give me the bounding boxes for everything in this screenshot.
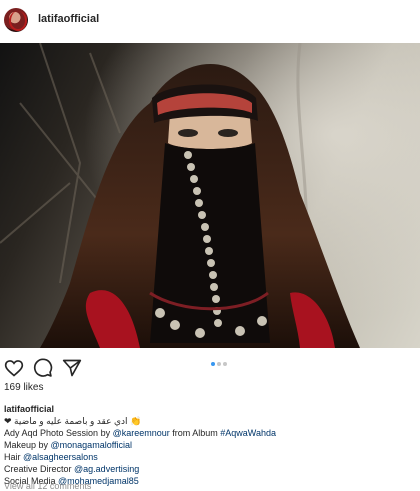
carousel-dot[interactable] bbox=[211, 362, 215, 366]
caption-text: Creative Director bbox=[4, 464, 75, 474]
carousel-dot[interactable] bbox=[223, 362, 227, 366]
mention-link[interactable]: @ag.advertising bbox=[74, 464, 139, 474]
caption-username[interactable]: latifaofficial bbox=[4, 404, 54, 414]
portrait-illustration bbox=[0, 43, 420, 348]
post-username[interactable]: latifaofficial bbox=[38, 13, 99, 25]
post-header: latifaofficial bbox=[0, 0, 420, 42]
caption-arabic: ❤ ادي عقد و باصمة عليه و ماضية 👏 bbox=[4, 416, 142, 426]
post-caption: latifaofficial ❤ ادي عقد و باصمة عليه و … bbox=[4, 403, 416, 487]
caption-text: from Album bbox=[169, 428, 221, 438]
comment-icon[interactable] bbox=[33, 358, 53, 378]
caption-text: Ady Aqd Photo Session by bbox=[4, 428, 113, 438]
caption-text: Hair bbox=[4, 452, 24, 462]
hashtag-link[interactable]: #AqwaWahda bbox=[220, 428, 276, 438]
likes-count[interactable]: 169 likes bbox=[4, 382, 43, 393]
mention-link[interactable]: @monagamalofficial bbox=[51, 440, 133, 450]
post-photo[interactable] bbox=[0, 43, 420, 348]
caption-text: Makeup by bbox=[4, 440, 51, 450]
carousel-dot[interactable] bbox=[217, 362, 221, 366]
heart-icon[interactable] bbox=[4, 358, 24, 378]
view-comments-link[interactable]: View all 12 comments bbox=[4, 481, 91, 491]
carousel-indicator bbox=[211, 362, 229, 380]
mention-link[interactable]: @alsagheersalons bbox=[23, 452, 98, 462]
mention-link[interactable]: @kareemnour bbox=[113, 428, 170, 438]
avatar[interactable] bbox=[4, 8, 28, 32]
send-icon[interactable] bbox=[62, 358, 82, 378]
post-actions bbox=[0, 350, 420, 384]
